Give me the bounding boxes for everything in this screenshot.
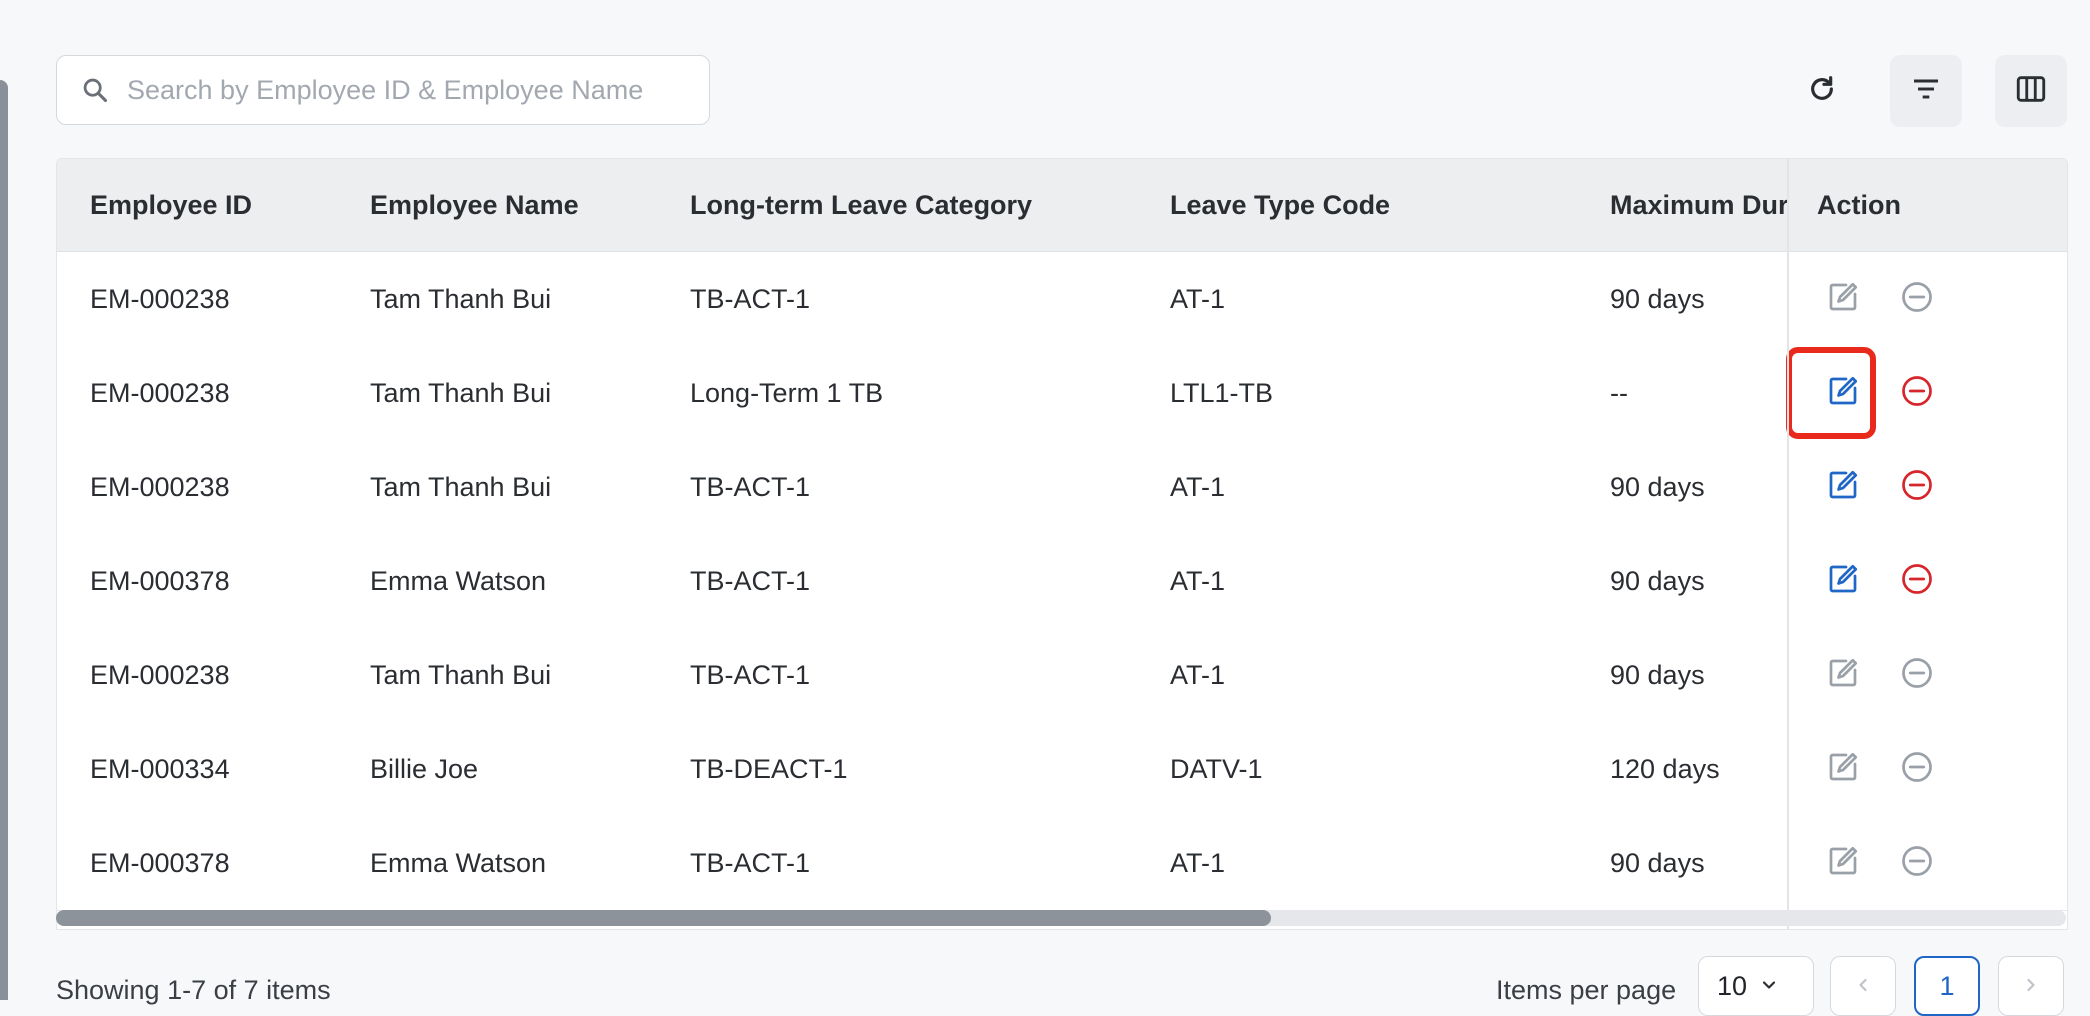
search-placeholder: Search by Employee ID & Employee Name xyxy=(127,74,644,105)
table-row: EM-000378 Emma Watson TB-ACT-1 AT-1 90 d… xyxy=(57,534,2067,629)
horizontal-scrollbar[interactable] xyxy=(56,910,2066,926)
cell-leave-type-code: AT-1 xyxy=(1170,284,1226,314)
side-panel-edge xyxy=(0,80,8,1000)
chevron-right-icon xyxy=(2021,971,2041,1002)
header-employee-name: Employee Name xyxy=(370,190,579,220)
columns-button[interactable] xyxy=(1995,55,2067,127)
table-row: EM-000238 Tam Thanh Bui TB-ACT-1 AT-1 90… xyxy=(57,252,2067,347)
refresh-icon xyxy=(1806,73,1838,110)
items-count: Showing 1-7 of 7 items xyxy=(56,975,331,1005)
header-leave-category: Long-term Leave Category xyxy=(690,190,1033,220)
items-per-page-label: Items per page xyxy=(1496,975,1677,1005)
action-column xyxy=(1787,159,2067,929)
filter-icon xyxy=(1910,73,1942,110)
cell-employee-id: EM-000238 xyxy=(90,284,230,314)
cell-employee-id: EM-000334 xyxy=(90,754,230,784)
cell-employee-name: Tam Thanh Bui xyxy=(370,660,552,690)
chevron-down-icon xyxy=(1759,971,1779,1002)
cell-leave-category: TB-ACT-1 xyxy=(690,284,811,314)
cell-employee-id: EM-000238 xyxy=(90,660,230,690)
header-leave-type-code: Leave Type Code xyxy=(1170,190,1391,220)
header-employee-id: Employee ID xyxy=(90,190,253,220)
next-page-button[interactable] xyxy=(1998,956,2064,1016)
cell-leave-type-code: AT-1 xyxy=(1170,472,1226,502)
header-action: Action xyxy=(1817,190,1901,220)
cell-employee-id: EM-000238 xyxy=(90,378,230,408)
leave-table: Employee ID Employee Name Long-term Leav… xyxy=(56,158,2068,930)
cell-leave-type-code: DATV-1 xyxy=(1170,754,1263,784)
cell-leave-category: TB-ACT-1 xyxy=(690,566,811,596)
search-icon xyxy=(79,74,111,106)
table-row: EM-000238 Tam Thanh Bui Long-Term 1 TB L… xyxy=(57,346,2067,441)
table-row: EM-000378 Emma Watson TB-ACT-1 AT-1 90 d… xyxy=(57,816,2067,911)
cell-leave-category: TB-DEACT-1 xyxy=(690,754,848,784)
page-button-current[interactable]: 1 xyxy=(1914,956,1980,1016)
cell-leave-type-code: LTL1-TB xyxy=(1170,378,1274,408)
items-per-page-select[interactable]: 10 xyxy=(1698,956,1814,1016)
cell-leave-category: TB-ACT-1 xyxy=(690,660,811,690)
previous-page-button[interactable] xyxy=(1830,956,1896,1016)
cell-employee-id: EM-000378 xyxy=(90,566,230,596)
table-header: Employee ID Employee Name Long-term Leav… xyxy=(57,159,2067,252)
cell-employee-id: EM-000378 xyxy=(90,848,230,878)
search-input[interactable]: Search by Employee ID & Employee Name xyxy=(56,55,710,125)
cell-leave-category: Long-Term 1 TB xyxy=(690,378,884,408)
refresh-button[interactable] xyxy=(1786,55,1858,127)
columns-icon xyxy=(2014,72,2048,111)
table-row: EM-000238 Tam Thanh Bui TB-ACT-1 AT-1 90… xyxy=(57,440,2067,535)
cell-employee-name: Tam Thanh Bui xyxy=(370,284,552,314)
cell-employee-name: Tam Thanh Bui xyxy=(370,472,552,502)
cell-leave-type-code: AT-1 xyxy=(1170,566,1226,596)
filter-button[interactable] xyxy=(1890,55,1962,127)
table-row: EM-000334 Billie Joe TB-DEACT-1 DATV-1 1… xyxy=(57,722,2067,817)
cell-leave-type-code: AT-1 xyxy=(1170,848,1226,878)
items-per-page-value: 10 xyxy=(1717,970,1748,1001)
cell-employee-name: Billie Joe xyxy=(370,754,479,784)
scrollbar-thumb[interactable] xyxy=(56,910,1271,926)
chevron-left-icon xyxy=(1853,971,1873,1002)
table-row: EM-000238 Tam Thanh Bui TB-ACT-1 AT-1 90… xyxy=(57,628,2067,723)
cell-employee-name: Tam Thanh Bui xyxy=(370,378,552,408)
cell-leave-type-code: AT-1 xyxy=(1170,660,1226,690)
cell-employee-name: Emma Watson xyxy=(370,566,547,596)
cell-leave-category: TB-ACT-1 xyxy=(690,848,811,878)
cell-employee-name: Emma Watson xyxy=(370,848,547,878)
cell-leave-category: TB-ACT-1 xyxy=(690,472,811,502)
cell-employee-id: EM-000238 xyxy=(90,472,230,502)
